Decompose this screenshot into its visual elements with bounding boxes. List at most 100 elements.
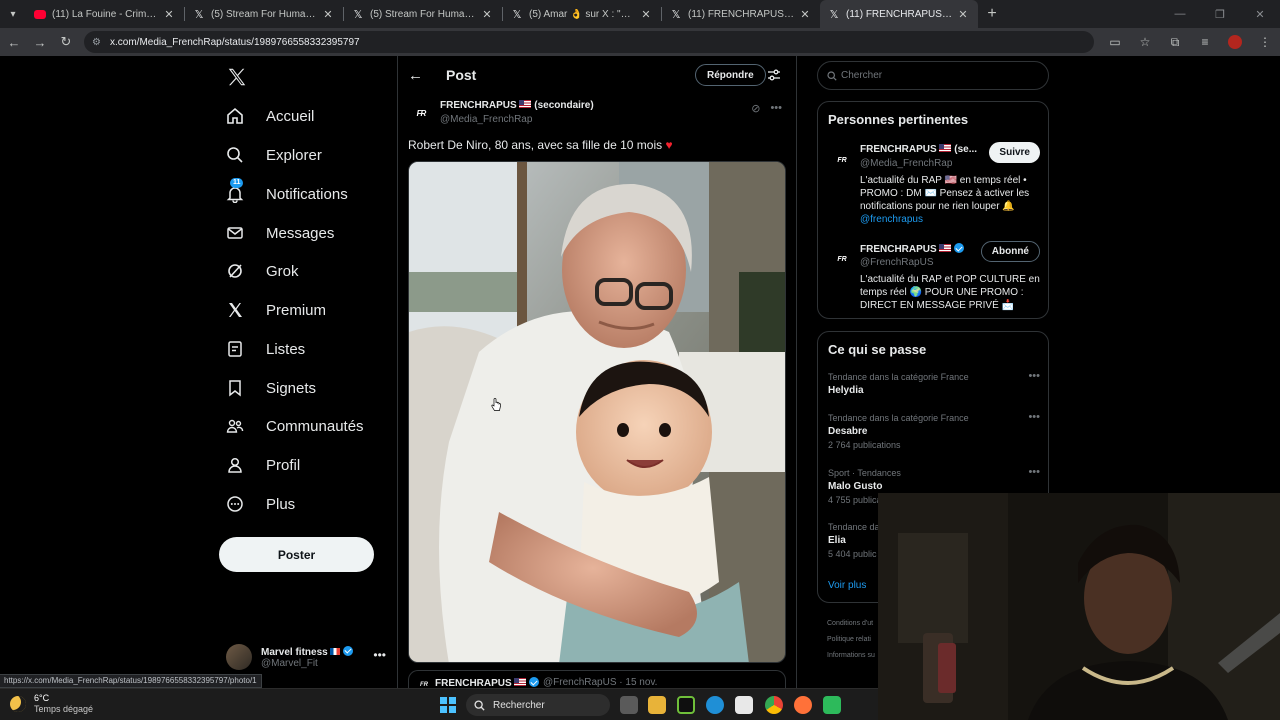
- nav-profile[interactable]: Profil: [226, 450, 300, 480]
- star-icon[interactable]: ☆: [1130, 35, 1160, 49]
- new-tab-button[interactable]: +: [978, 5, 1006, 23]
- reload-icon[interactable]: ↻: [54, 30, 78, 54]
- more-dots-icon[interactable]: •••: [1028, 466, 1040, 478]
- avatar: FR: [832, 150, 852, 170]
- edge-icon[interactable]: [706, 696, 724, 714]
- close-tab-icon[interactable]: ✕: [956, 8, 970, 21]
- reading-list-icon[interactable]: ≡: [1190, 35, 1220, 49]
- trend-item[interactable]: Tendance dans la catégorie France Helydi…: [828, 370, 1040, 396]
- grok-icon: [226, 262, 244, 280]
- nav-messages[interactable]: Messages: [226, 218, 334, 248]
- nav-explore[interactable]: Explorer: [226, 140, 322, 170]
- trend-item[interactable]: Tendance dans la catégorie France Desabr…: [828, 411, 1040, 450]
- footer-link[interactable]: Conditions d'ut: [827, 616, 875, 632]
- search-input[interactable]: Chercher: [817, 61, 1049, 90]
- back-icon[interactable]: ←: [2, 30, 26, 54]
- nav-premium[interactable]: Premium: [226, 295, 326, 325]
- nav-bookmarks[interactable]: Signets: [226, 373, 316, 403]
- close-tab-icon[interactable]: ✕: [480, 8, 494, 21]
- browser-tab[interactable]: 𝕏 (5) Amar 👌 sur X : "Ça fait des ✕: [503, 0, 661, 28]
- status-bar-url: https://x.com/Media_FrenchRap/status/198…: [0, 674, 262, 688]
- nav-label: Signets: [266, 379, 317, 397]
- show-more-link[interactable]: Voir plus: [828, 580, 866, 591]
- footer-link[interactable]: Informations su: [827, 648, 875, 664]
- close-window-icon[interactable]: ✕: [1240, 0, 1280, 28]
- taskbar-search[interactable]: Rechercher: [466, 694, 610, 716]
- more-dots-icon[interactable]: •••: [373, 648, 386, 662]
- firefox-icon[interactable]: [794, 696, 812, 714]
- browser-tab[interactable]: 𝕏 (5) Stream For Humanity Clips ✕: [344, 0, 502, 28]
- nav-communities[interactable]: Communautés: [226, 411, 364, 441]
- tweet-author: FR FRENCHRAPUS (secondaire) @Media_Frenc…: [410, 100, 786, 130]
- app-icon[interactable]: [823, 696, 841, 714]
- reply-button[interactable]: Répondre: [695, 64, 766, 86]
- france-flag-icon: [330, 647, 341, 655]
- tab-search-button[interactable]: ▾: [0, 0, 26, 28]
- x-logo-icon[interactable]: [226, 66, 248, 88]
- list-icon: [226, 340, 244, 358]
- bio-link[interactable]: @frenchrapus: [860, 214, 923, 225]
- browser-tab-active[interactable]: 𝕏 (11) FRENCHRAPUS us (second ✕: [820, 0, 978, 28]
- search-icon: [827, 70, 837, 81]
- back-arrow-icon[interactable]: ←: [408, 67, 423, 84]
- file-explorer-icon[interactable]: [648, 696, 666, 714]
- tab-title: (5) Stream For Humanity Clips: [211, 8, 317, 20]
- chrome-icon[interactable]: [765, 696, 783, 714]
- profile-icon[interactable]: [1220, 35, 1250, 49]
- more-circle-icon: [226, 495, 244, 513]
- author-handle[interactable]: @Media_FrenchRap: [440, 114, 532, 125]
- menu-icon[interactable]: ⋮: [1250, 35, 1280, 49]
- post-button[interactable]: Poster: [219, 537, 374, 572]
- browser-tab[interactable]: (11) La Fouine - Crime Session ✕: [26, 0, 184, 28]
- site-info-icon[interactable]: ⚙: [92, 37, 104, 48]
- close-tab-icon[interactable]: ✕: [798, 8, 812, 21]
- close-tab-icon[interactable]: ✕: [639, 8, 653, 21]
- nav-label: Notifications: [266, 185, 348, 203]
- windows-start-icon[interactable]: [440, 697, 456, 713]
- nav-notifications[interactable]: 11 Notifications: [226, 178, 348, 209]
- search-placeholder: Chercher: [841, 70, 883, 81]
- sliders-icon[interactable]: [767, 68, 781, 82]
- cast-icon[interactable]: ▭: [1100, 35, 1130, 49]
- grok-icon[interactable]: ⊘: [751, 102, 760, 115]
- nav-more[interactable]: Plus: [226, 489, 295, 519]
- author-name[interactable]: FRENCHRAPUS (secondaire): [440, 100, 594, 111]
- x-icon: 𝕏: [353, 8, 363, 21]
- tab-title: (11) La Fouine - Crime Session: [52, 8, 158, 20]
- author-avatar[interactable]: FR: [410, 102, 432, 124]
- store-icon[interactable]: [735, 696, 753, 714]
- more-dots-icon[interactable]: •••: [1028, 370, 1040, 382]
- x-icon: 𝕏: [829, 8, 839, 21]
- close-tab-icon[interactable]: ✕: [321, 8, 335, 21]
- account-switcher[interactable]: Marvel fitness @Marvel_Fit •••: [226, 642, 386, 672]
- close-tab-icon[interactable]: ✕: [162, 8, 176, 21]
- extensions-icon[interactable]: ⧉: [1160, 35, 1190, 50]
- weather-widget[interactable]: 6°C Temps dégagé: [10, 693, 93, 715]
- account-handle: @Marvel_Fit: [261, 657, 318, 669]
- minimize-icon[interactable]: —: [1160, 0, 1200, 28]
- forward-icon[interactable]: →: [28, 30, 52, 54]
- following-button[interactable]: Abonné: [980, 241, 1040, 262]
- account-name: Marvel fitness: [261, 645, 354, 658]
- nav-label: Grok: [266, 262, 299, 280]
- bookmark-icon: [226, 379, 244, 397]
- nav-lists[interactable]: Listes: [226, 334, 305, 364]
- browser-tab[interactable]: 𝕏 (5) Stream For Humanity Clips ✕: [185, 0, 343, 28]
- verified-badge-icon: [343, 645, 354, 656]
- footer-link[interactable]: Politique relati: [827, 632, 875, 648]
- x-premium-icon: [226, 301, 244, 319]
- address-bar[interactable]: ⚙ x.com/Media_FrenchRap/status/198976655…: [84, 31, 1094, 53]
- more-dots-icon[interactable]: •••: [1028, 411, 1040, 423]
- nvidia-icon[interactable]: [677, 696, 695, 714]
- tweet-photo[interactable]: [408, 161, 786, 663]
- more-dots-icon[interactable]: •••: [770, 102, 782, 115]
- follow-button[interactable]: Suivre: [989, 142, 1040, 163]
- nav-grok[interactable]: Grok: [226, 256, 299, 286]
- trend-context: Sport · Tendances: [828, 468, 901, 478]
- browser-tab[interactable]: 𝕏 (11) FRENCHRAPUS us sur X : " ✕: [662, 0, 820, 28]
- task-view-icon[interactable]: [620, 696, 638, 714]
- left-navigation: Accueil Explorer 11 Notifications Messag…: [218, 56, 396, 720]
- nav-home[interactable]: Accueil: [226, 101, 314, 131]
- nav-label: Premium: [266, 301, 327, 319]
- restore-icon[interactable]: ❐: [1200, 0, 1240, 28]
